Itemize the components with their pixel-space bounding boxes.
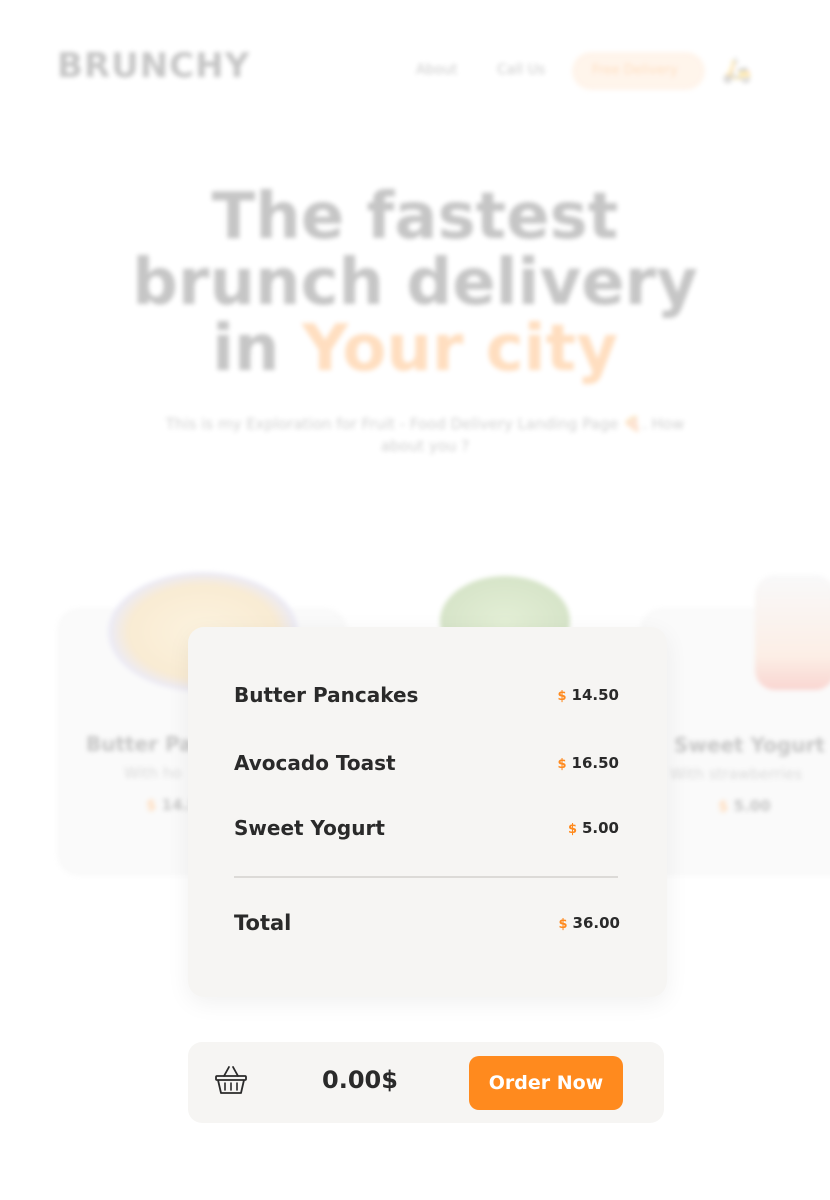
- order-item-row: Avocado Toast $16.50: [234, 751, 619, 775]
- hero-subtitle: This is my Exploration for Fruit - Food …: [165, 415, 685, 455]
- order-item-price: $14.50: [558, 686, 620, 704]
- total-label: Total: [234, 911, 292, 935]
- currency-symbol: $: [718, 797, 729, 815]
- order-item-row: Butter Pancakes $14.50: [234, 683, 619, 707]
- card-price-yogurt: $ 5.00: [718, 797, 771, 815]
- order-item-name: Butter Pancakes: [234, 683, 419, 707]
- currency-symbol: $: [567, 822, 577, 837]
- card-desc-pancakes: With ho: [124, 764, 182, 782]
- yogurt-image: [755, 575, 830, 690]
- free-delivery-button[interactable]: Free Delivery: [572, 52, 705, 90]
- order-item-name: Avocado Toast: [234, 751, 396, 775]
- nav-call-link[interactable]: Call Us: [497, 62, 545, 78]
- card-desc-yogurt: With strawberries: [670, 765, 803, 783]
- order-item-row: Sweet Yogurt $5.00: [234, 816, 619, 840]
- order-total-row: Total $36.00: [234, 911, 620, 935]
- total-value: 36.00: [572, 914, 620, 932]
- basket-icon[interactable]: [214, 1063, 248, 1097]
- total-price: $36.00: [559, 914, 621, 932]
- order-summary-panel: Butter Pancakes $14.50 Avocado Toast $16…: [188, 627, 667, 997]
- price-value: 5.00: [733, 797, 771, 815]
- order-item-price: $16.50: [558, 754, 620, 772]
- currency-symbol: $: [558, 917, 568, 932]
- cart-amount: 0.00$: [322, 1066, 398, 1094]
- nav-about-link[interactable]: About: [416, 62, 457, 78]
- hero-title-prefix: in: [212, 312, 280, 386]
- order-item-price: $5.00: [568, 819, 619, 837]
- scooter-icon: 🛵: [722, 56, 752, 84]
- card-name-yogurt: Sweet Yogurt: [674, 733, 825, 757]
- cart-bar: 0.00$ Order Now: [188, 1042, 664, 1123]
- order-item-name: Sweet Yogurt: [234, 816, 385, 840]
- currency-symbol: $: [557, 689, 567, 704]
- hero-title-line1: The fastest: [211, 180, 619, 254]
- hero-title-line2: brunch delivery: [132, 246, 698, 320]
- price-value: 5.00: [581, 819, 619, 837]
- order-now-button[interactable]: Order Now: [469, 1056, 623, 1110]
- hero-title-accent: Your city: [301, 312, 618, 386]
- hero-title: The fastest brunch delivery in Your city: [0, 184, 830, 382]
- divider: [234, 876, 618, 878]
- price-value: 16.50: [571, 754, 619, 772]
- background-page: BRUNCHY About Call Us Free Delivery 🛵 Th…: [0, 0, 830, 1200]
- currency-symbol: $: [557, 757, 567, 772]
- currency-symbol: $: [146, 796, 157, 814]
- hero-title-line3: in Your city: [0, 316, 830, 382]
- price-value: 14.50: [571, 686, 619, 704]
- brand-logo: BRUNCHY: [57, 46, 251, 86]
